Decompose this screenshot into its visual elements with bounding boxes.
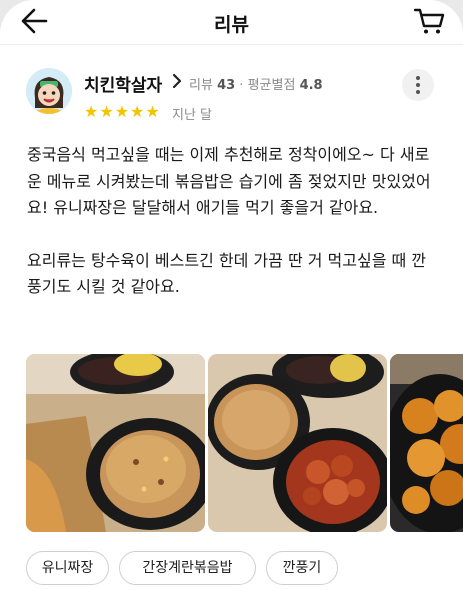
top-bar: 리뷰: [0, 0, 463, 45]
reviewer-name[interactable]: 치킨학살자: [84, 71, 162, 96]
more-vertical-icon: [416, 76, 420, 80]
review-date: 지난 달: [172, 108, 213, 123]
review-paragraph: 중국음식 먹고싶을 때는 이제 추천해로 정착이에오~ 다 새로운 메뉴로 시켜…: [27, 145, 431, 217]
rating-stars: ★★★★★: [84, 102, 161, 122]
page-title: 리뷰: [214, 14, 249, 36]
review-count: 43: [217, 78, 236, 93]
review-photo[interactable]: [208, 354, 387, 532]
menu-tag[interactable]: 간장계란볶음밥: [119, 551, 256, 585]
review-count-label: 리뷰: [189, 78, 213, 93]
review-screen: 리뷰 치킨학살자 리뷰 43 · 평균별점 4.8 ★★★★★ 지난 달 중국음…: [0, 0, 463, 592]
star-rating-icons: ★★★★★: [84, 102, 161, 121]
review-photo[interactable]: [390, 354, 463, 532]
review-body: 중국음식 먹고싶을 때는 이제 추천해로 정착이에오~ 다 새로운 메뉴로 시켜…: [27, 142, 436, 301]
more-options-button[interactable]: [402, 69, 434, 101]
reviewer-stats: 리뷰 43 · 평균별점 4.8: [189, 74, 323, 93]
review-paragraph: 요리류는 탕수육이 베스트긴 한데 가끔 딴 거 먹고싶을 때 깐풍기도 시킬 …: [27, 250, 427, 297]
meta-separator: ·: [239, 78, 244, 93]
menu-tag[interactable]: 유니짜장: [26, 551, 109, 585]
avg-rating: 4.8: [299, 78, 323, 93]
cart-icon[interactable]: [413, 6, 447, 36]
menu-tag[interactable]: 깐풍기: [266, 551, 338, 585]
avatar[interactable]: [26, 68, 72, 114]
review-photo[interactable]: [26, 354, 205, 532]
review-photos: [26, 354, 463, 532]
avg-rating-label: 평균별점: [247, 78, 296, 93]
chevron-right-icon[interactable]: [171, 73, 183, 89]
